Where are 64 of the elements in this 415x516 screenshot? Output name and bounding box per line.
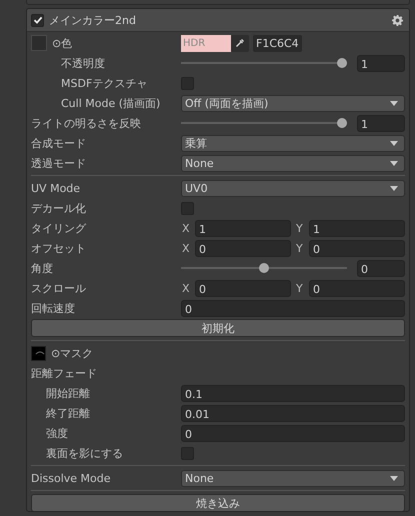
eyedropper-icon[interactable] (231, 34, 249, 52)
axis-label: Y (295, 222, 304, 234)
property-label: Cull Mode (描画面) (61, 96, 160, 110)
checkbox[interactable] (181, 446, 194, 460)
hex-field[interactable]: F1C6C4 (253, 34, 302, 52)
property-label: スクロール (31, 280, 86, 296)
property-label: ⊙色 (52, 36, 72, 50)
property-label: MSDFテクスチャ (61, 76, 148, 90)
number-field[interactable]: 0 (181, 300, 405, 316)
slider-handle[interactable] (337, 118, 347, 128)
property-label: 角度 (31, 260, 53, 276)
action-button[interactable]: 初期化 (31, 319, 405, 337)
dropdown[interactable]: Off (両面を描画) (181, 94, 405, 112)
property-label: 距離フェード (31, 366, 97, 380)
checkbox[interactable] (181, 202, 194, 214)
caret-icon (390, 140, 398, 146)
number-field[interactable]: 0 (195, 280, 291, 296)
caret-icon (390, 160, 398, 166)
number-field[interactable]: 1 (357, 54, 405, 72)
settings-icon[interactable] (392, 14, 403, 26)
caret-icon (390, 186, 398, 190)
property-label: 不透明度 (61, 56, 105, 70)
property-label: ライトの明るさを反映 (31, 116, 141, 130)
property-label: 裏面を影にする (46, 446, 123, 460)
axis-label: Y (295, 282, 304, 294)
caret-icon (390, 476, 398, 480)
number-field[interactable]: 1 (195, 220, 291, 236)
slider-handle[interactable] (259, 263, 269, 273)
property-label: オフセット (31, 240, 86, 256)
number-field[interactable]: 1 (357, 114, 405, 132)
number-field[interactable]: 0 (357, 260, 405, 276)
action-button[interactable]: 焼き込み (31, 494, 405, 511)
axis-label: X (181, 242, 191, 254)
property-label: Dissolve Mode (31, 472, 111, 484)
number-field[interactable]: 0.1 (181, 384, 405, 402)
section-checkbox[interactable] (31, 14, 44, 26)
property-label: 強度 (46, 426, 68, 440)
checkbox[interactable] (181, 76, 194, 90)
number-field[interactable]: 0.01 (181, 404, 405, 422)
dropdown[interactable]: None (181, 470, 405, 486)
axis-label: X (181, 282, 191, 294)
property-label: 合成モード (31, 136, 86, 150)
number-field[interactable]: 0 (309, 280, 405, 296)
dropdown[interactable]: UV0 (181, 180, 405, 196)
section-title: メインカラー2nd (49, 12, 137, 28)
property-label: 終了距離 (46, 406, 90, 420)
property-label: デカール化 (31, 200, 86, 216)
property-label: ⊙マスク (51, 346, 94, 360)
property-label: 透過モード (31, 156, 86, 170)
number-field[interactable]: 1 (309, 220, 405, 236)
number-field[interactable]: 0 (181, 424, 405, 442)
property-label: UV Mode (31, 182, 80, 194)
number-field[interactable]: 0 (309, 240, 405, 256)
dropdown[interactable]: None (181, 154, 405, 172)
property-label: 開始距離 (46, 386, 90, 400)
property-label: タイリング (31, 220, 86, 236)
caret-icon (390, 100, 398, 106)
axis-label: X (181, 222, 191, 234)
property-label: 回転速度 (31, 300, 75, 316)
axis-label: Y (295, 242, 304, 254)
number-field[interactable]: 0 (195, 240, 291, 256)
slider-handle[interactable] (337, 58, 347, 68)
dropdown[interactable]: 乗算 (181, 134, 405, 152)
texture-thumbnail[interactable] (31, 346, 46, 360)
